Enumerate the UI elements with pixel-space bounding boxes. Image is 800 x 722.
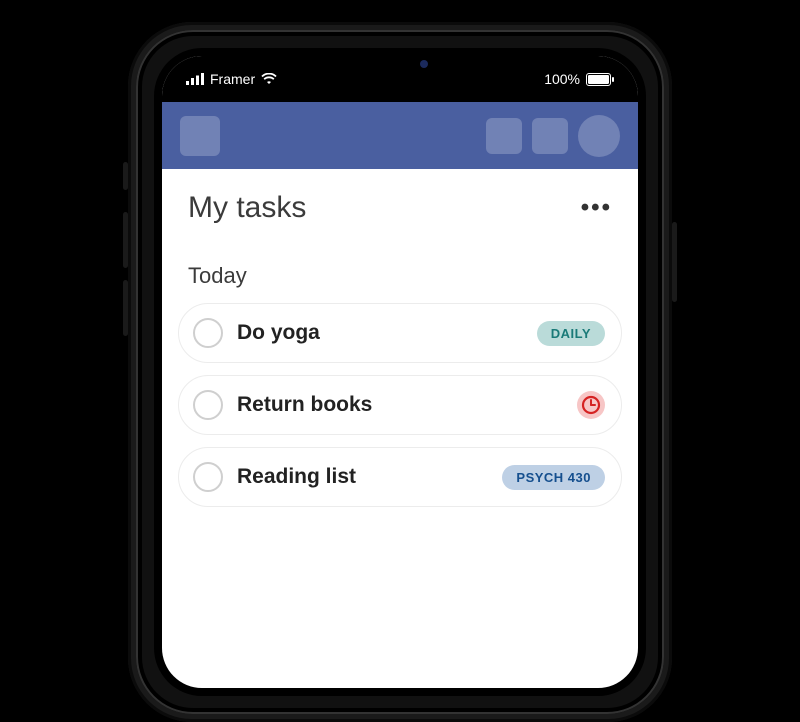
phone-bezel-outer: Framer 100%: [136, 30, 664, 714]
task-label: Return books: [237, 393, 563, 417]
battery-percent: 100%: [544, 71, 580, 87]
task-badge-daily: DAILY: [537, 321, 605, 346]
menu-button[interactable]: [180, 116, 220, 156]
volume-up-button: [123, 212, 128, 268]
task-row[interactable]: Reading list PSYCH 430: [178, 447, 622, 507]
mute-switch: [123, 162, 128, 190]
wifi-icon: [261, 73, 277, 85]
front-camera-icon: [420, 60, 428, 68]
screen: Framer 100%: [162, 56, 638, 688]
phone-bezel: Framer 100%: [154, 48, 646, 696]
task-badge-class: PSYCH 430: [502, 465, 605, 490]
task-checkbox[interactable]: [193, 462, 223, 492]
task-label: Reading list: [237, 465, 488, 489]
signal-icon: [186, 73, 204, 85]
header-action-button-1[interactable]: [486, 118, 522, 154]
volume-down-button: [123, 280, 128, 336]
task-checkbox[interactable]: [193, 318, 223, 348]
overdue-clock-icon: [577, 391, 605, 419]
task-row[interactable]: Do yoga DAILY: [178, 303, 622, 363]
task-row[interactable]: Return books: [178, 375, 622, 435]
power-button: [672, 222, 677, 302]
task-checkbox[interactable]: [193, 390, 223, 420]
task-list: Do yoga DAILY Return books: [162, 303, 638, 507]
page-title: My tasks: [188, 191, 306, 225]
task-label: Do yoga: [237, 321, 523, 345]
battery-icon: [586, 73, 614, 86]
notch: [275, 48, 525, 82]
title-row: My tasks •••: [162, 169, 638, 235]
avatar[interactable]: [578, 115, 620, 157]
more-options-icon[interactable]: •••: [581, 194, 612, 222]
phone-frame: Framer 100%: [128, 22, 672, 722]
app-header: [162, 102, 638, 169]
section-heading-today: Today: [162, 235, 638, 303]
carrier-label: Framer: [210, 71, 255, 87]
header-action-button-2[interactable]: [532, 118, 568, 154]
